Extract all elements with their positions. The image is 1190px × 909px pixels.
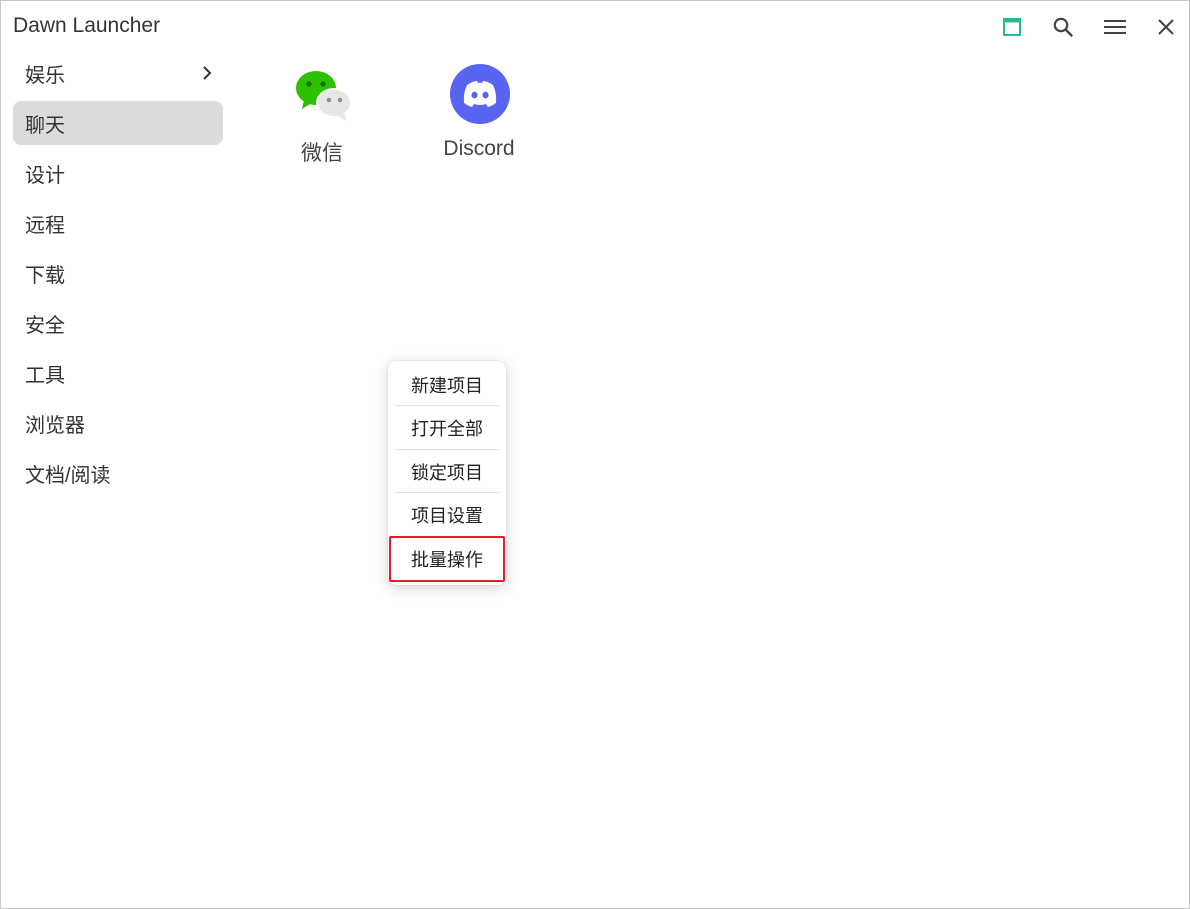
menu-item-batch-operation[interactable]: 批量操作	[389, 536, 505, 582]
sidebar-item-label: 远程	[25, 214, 65, 237]
search-icon	[1052, 16, 1074, 38]
sidebar-item-docs-reading[interactable]: 文档/阅读	[13, 451, 223, 495]
window-title: Dawn Launcher	[13, 14, 161, 37]
discord-icon	[449, 63, 511, 125]
context-menu: 新建项目 打开全部 锁定项目 项目设置 批量操作	[388, 361, 506, 585]
menu-button[interactable]	[1100, 12, 1130, 42]
app-label: Discord	[443, 137, 515, 160]
sidebar-item-browser[interactable]: 浏览器	[13, 401, 223, 445]
app-label: 微信	[301, 142, 343, 165]
sidebar-item-label: 娱乐	[25, 64, 65, 87]
sidebar-item-design[interactable]: 设计	[13, 151, 223, 195]
app-tile-discord[interactable]: Discord	[414, 53, 544, 173]
sidebar-item-remote[interactable]: 远程	[13, 201, 223, 245]
menu-item-new-item[interactable]: 新建项目	[394, 363, 500, 406]
sidebar-item-tools[interactable]: 工具	[13, 351, 223, 395]
close-button[interactable]	[1151, 12, 1181, 42]
square-icon	[1002, 17, 1022, 37]
sidebar-item-label: 下载	[25, 264, 65, 287]
sidebar-item-label: 浏览器	[25, 414, 85, 437]
wechat-icon	[292, 63, 354, 125]
titlebar: Dawn Launcher	[1, 1, 1189, 53]
sidebar-item-label: 聊天	[25, 114, 65, 137]
menu-item-lock-items[interactable]: 锁定项目	[394, 450, 500, 493]
app-tile-wechat[interactable]: 微信	[257, 53, 387, 173]
hamburger-icon	[1104, 18, 1126, 36]
sidebar-item-label: 设计	[25, 164, 65, 187]
close-icon	[1157, 18, 1175, 36]
launcher-window: Dawn Launcher 娱乐 聊天 设计 远程 下载 安全 工具 浏览器 文…	[0, 0, 1190, 909]
sidebar-item-entertainment[interactable]: 娱乐	[13, 51, 223, 95]
sidebar-item-chat[interactable]: 聊天	[13, 101, 223, 145]
window-toggle-button[interactable]	[997, 12, 1027, 42]
sidebar: 娱乐 聊天 设计 远程 下载 安全 工具 浏览器 文档/阅读	[13, 51, 223, 501]
chevron-right-icon	[201, 65, 213, 86]
menu-item-item-settings[interactable]: 项目设置	[394, 493, 500, 536]
sidebar-item-security[interactable]: 安全	[13, 301, 223, 345]
sidebar-item-label: 安全	[25, 314, 65, 337]
search-button[interactable]	[1048, 12, 1078, 42]
sidebar-item-download[interactable]: 下载	[13, 251, 223, 295]
sidebar-item-label: 文档/阅读	[25, 464, 111, 487]
menu-item-open-all[interactable]: 打开全部	[394, 406, 500, 449]
sidebar-item-label: 工具	[25, 364, 65, 387]
